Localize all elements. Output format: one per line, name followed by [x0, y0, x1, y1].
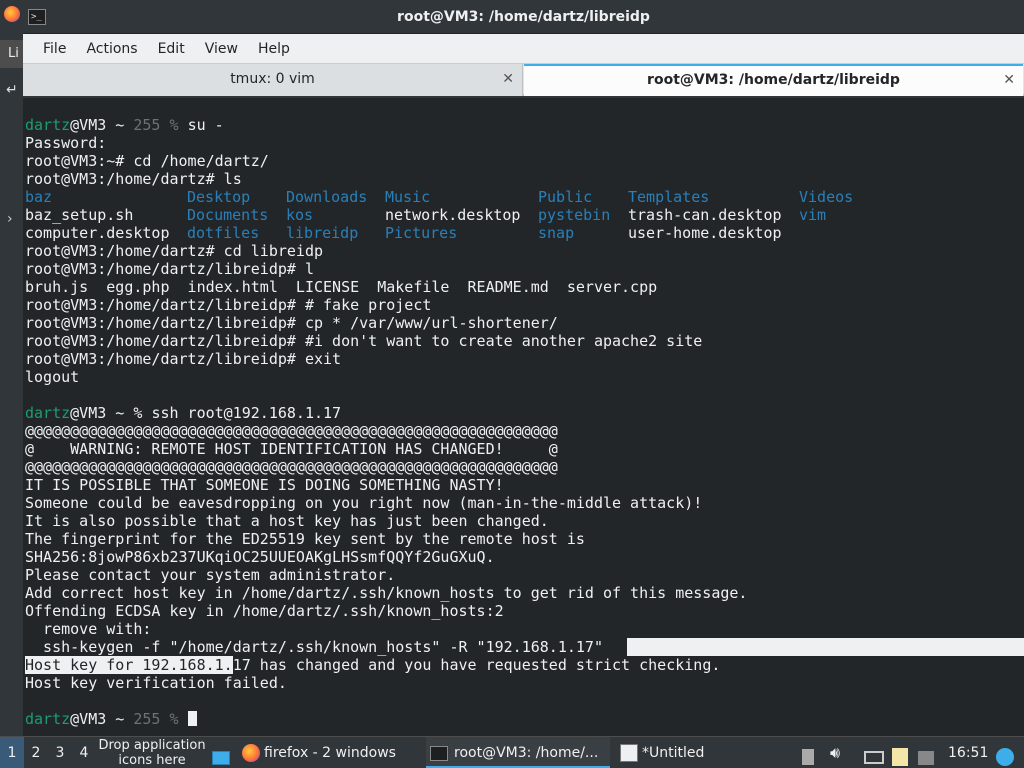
tab-root-libreidp[interactable]: root@VM3: /home/dartz/libreidp ✕: [524, 64, 1023, 96]
ls-entry: pystebin: [538, 206, 611, 224]
clipboard-icon[interactable]: [802, 737, 820, 768]
output-line: root@VM3:/home/dartz/libreidp# exit: [25, 350, 342, 368]
ls-entry: Pictures: [385, 224, 458, 242]
output-line: Please contact your system administrator…: [25, 566, 396, 584]
notification-icon[interactable]: [918, 737, 938, 768]
output-line: root@VM3:/home/dartz# cd libreidp: [25, 242, 324, 260]
title-bar[interactable]: >_ root@VM3: /home/dartz/libreidp: [23, 0, 1024, 34]
desktop-edge: Li ↵ ›: [0, 0, 24, 736]
output-line: root@VM3:/home/dartz# ls: [25, 170, 242, 188]
ls-entry: user-home.desktop: [628, 224, 782, 242]
output-line: Host key for 192.168.1.17 has changed an…: [25, 656, 721, 674]
task-editor[interactable]: *Untitled: [616, 737, 746, 768]
terminal-output[interactable]: dartz@VM3 ~ 255 % su - Password: root@VM3…: [23, 98, 1024, 736]
menu-help[interactable]: Help: [248, 41, 300, 57]
output-line: remove with:: [25, 620, 152, 638]
launcher-drop-zone[interactable]: Drop application icons here: [94, 738, 210, 768]
chevron-right-icon[interactable]: ›: [7, 211, 13, 227]
close-tab-icon[interactable]: ✕: [502, 64, 514, 94]
output-line: IT IS POSSIBLE THAT SOMEONE IS DOING SOM…: [25, 476, 504, 494]
ls-entry: dotfiles: [187, 224, 260, 242]
ls-row: computer.desktop dotfiles libreidp Pictures…: [25, 224, 1024, 242]
menu-edit[interactable]: Edit: [148, 41, 195, 57]
ls-entry: snap: [538, 224, 575, 242]
ls-entry: Documents: [187, 206, 269, 224]
menu-actions[interactable]: Actions: [76, 41, 147, 57]
ls-entry: Templates: [628, 188, 710, 206]
output-line: root@VM3:~# cd /home/dartz/: [25, 152, 269, 170]
output-line: Password:: [25, 134, 107, 152]
tab-bar: tmux: 0 vim ✕ root@VM3: /home/dartz/libr…: [23, 64, 1024, 96]
firefox-icon[interactable]: [4, 6, 20, 22]
output-line: root@VM3:/home/dartz/libreidp# l: [25, 260, 314, 278]
prompt-line: dartz@VM3 ~ % ssh root@192.168.1.17: [25, 404, 342, 422]
output-line: SHA256:8jowP86xb237UKqiOC25UUEOAKgLHSsmf…: [25, 548, 495, 566]
close-tab-icon[interactable]: ✕: [1003, 66, 1015, 94]
terminal-icon: [430, 745, 448, 761]
output-line: Add correct host key in /home/dartz/.ssh…: [25, 584, 748, 602]
ls-entry: kos: [286, 206, 314, 224]
task-terminal[interactable]: root@VM3: /home/...: [426, 737, 610, 768]
taskbar: 1 2 3 4 Drop application icons here fire…: [0, 736, 1024, 768]
ls-row: baz Desktop Downloads Music Public Templates V…: [25, 188, 1024, 206]
ls-entry: Videos: [799, 188, 854, 206]
output-line: @@@@@@@@@@@@@@@@@@@@@@@@@@@@@@@@@@@@@@@@…: [25, 458, 558, 476]
ls-entry: Music: [385, 188, 431, 206]
output-line: @@@@@@@@@@@@@@@@@@@@@@@@@@@@@@@@@@@@@@@@…: [25, 422, 558, 440]
ls-entry: libreidp: [286, 224, 359, 242]
menu-bar: File Actions Edit View Help: [23, 34, 1024, 64]
output-line: Someone could be eavesdropping on you ri…: [25, 494, 703, 512]
output-line: The fingerprint for the ED25519 key sent…: [25, 530, 585, 548]
notes-icon[interactable]: [892, 737, 912, 768]
ls-entry: trash-can.desktop: [628, 206, 782, 224]
editor-icon: [620, 744, 638, 762]
ls-entry: Desktop: [187, 188, 251, 206]
output-line: Offending ECDSA key in /home/dartz/.ssh/…: [25, 602, 504, 620]
window-title: root@VM3: /home/dartz/libreidp: [397, 9, 650, 25]
output-line: Host key verification failed.: [25, 674, 287, 692]
tab-tmux[interactable]: tmux: 0 vim ✕: [23, 64, 523, 96]
network-icon[interactable]: [864, 737, 886, 768]
workspace-4[interactable]: 4: [72, 737, 96, 768]
prompt-line: dartz@VM3 ~ 255 % su -: [25, 116, 224, 134]
selected-text: Host key for 192.168.1.: [25, 656, 233, 674]
ls-entry: vim: [799, 206, 827, 224]
volume-icon[interactable]: 🔊︎: [830, 737, 850, 768]
output-line: root@VM3:/home/dartz/libreidp# #i don't …: [25, 332, 703, 350]
power-icon[interactable]: [996, 737, 1020, 768]
ls-entry: Public: [538, 188, 593, 206]
output-line: bruh.js egg.php index.html LICENSE Makef…: [25, 278, 658, 296]
workspace-1[interactable]: 1: [0, 737, 24, 768]
output-line: ssh-keygen -f "/home/dartz/.ssh/known_ho…: [25, 638, 1024, 656]
prompt-line: dartz@VM3 ~ 255 %: [25, 710, 1024, 728]
workspace-3[interactable]: 3: [48, 737, 72, 768]
menu-view[interactable]: View: [195, 41, 248, 57]
ls-entry: Downloads: [286, 188, 368, 206]
terminal-window: >_ root@VM3: /home/dartz/libreidp File A…: [23, 0, 1024, 736]
output-line: root@VM3:/home/dartz/libreidp# cp * /var…: [25, 314, 558, 332]
output-line: root@VM3:/home/dartz/libreidp# # fake pr…: [25, 296, 432, 314]
ls-row: baz_setup.sh Documents kos network.desktop p…: [25, 206, 1024, 224]
tab-label: tmux: 0 vim: [230, 71, 315, 87]
output-line: It is also possible that a host key has …: [25, 512, 549, 530]
task-firefox[interactable]: firefox - 2 windows: [242, 737, 422, 768]
clock[interactable]: 16:51: [948, 737, 988, 768]
ls-entry: computer.desktop: [25, 224, 170, 242]
firefox-icon: [242, 744, 260, 762]
text-cursor: [187, 711, 197, 726]
menu-file[interactable]: File: [33, 41, 76, 57]
output-line: logout: [25, 368, 80, 386]
workspace-2[interactable]: 2: [24, 737, 48, 768]
ls-entry: baz: [25, 188, 53, 206]
ls-entry: baz_setup.sh: [25, 206, 134, 224]
show-desktop-icon[interactable]: [212, 737, 234, 768]
background-window-label[interactable]: Li: [0, 40, 24, 68]
output-line: @ WARNING: REMOTE HOST IDENTIFICATION HA…: [25, 440, 558, 458]
ls-entry: network.desktop: [385, 206, 521, 224]
back-arrow-icon[interactable]: ↵: [6, 82, 18, 98]
tab-label: root@VM3: /home/dartz/libreidp: [647, 72, 900, 88]
